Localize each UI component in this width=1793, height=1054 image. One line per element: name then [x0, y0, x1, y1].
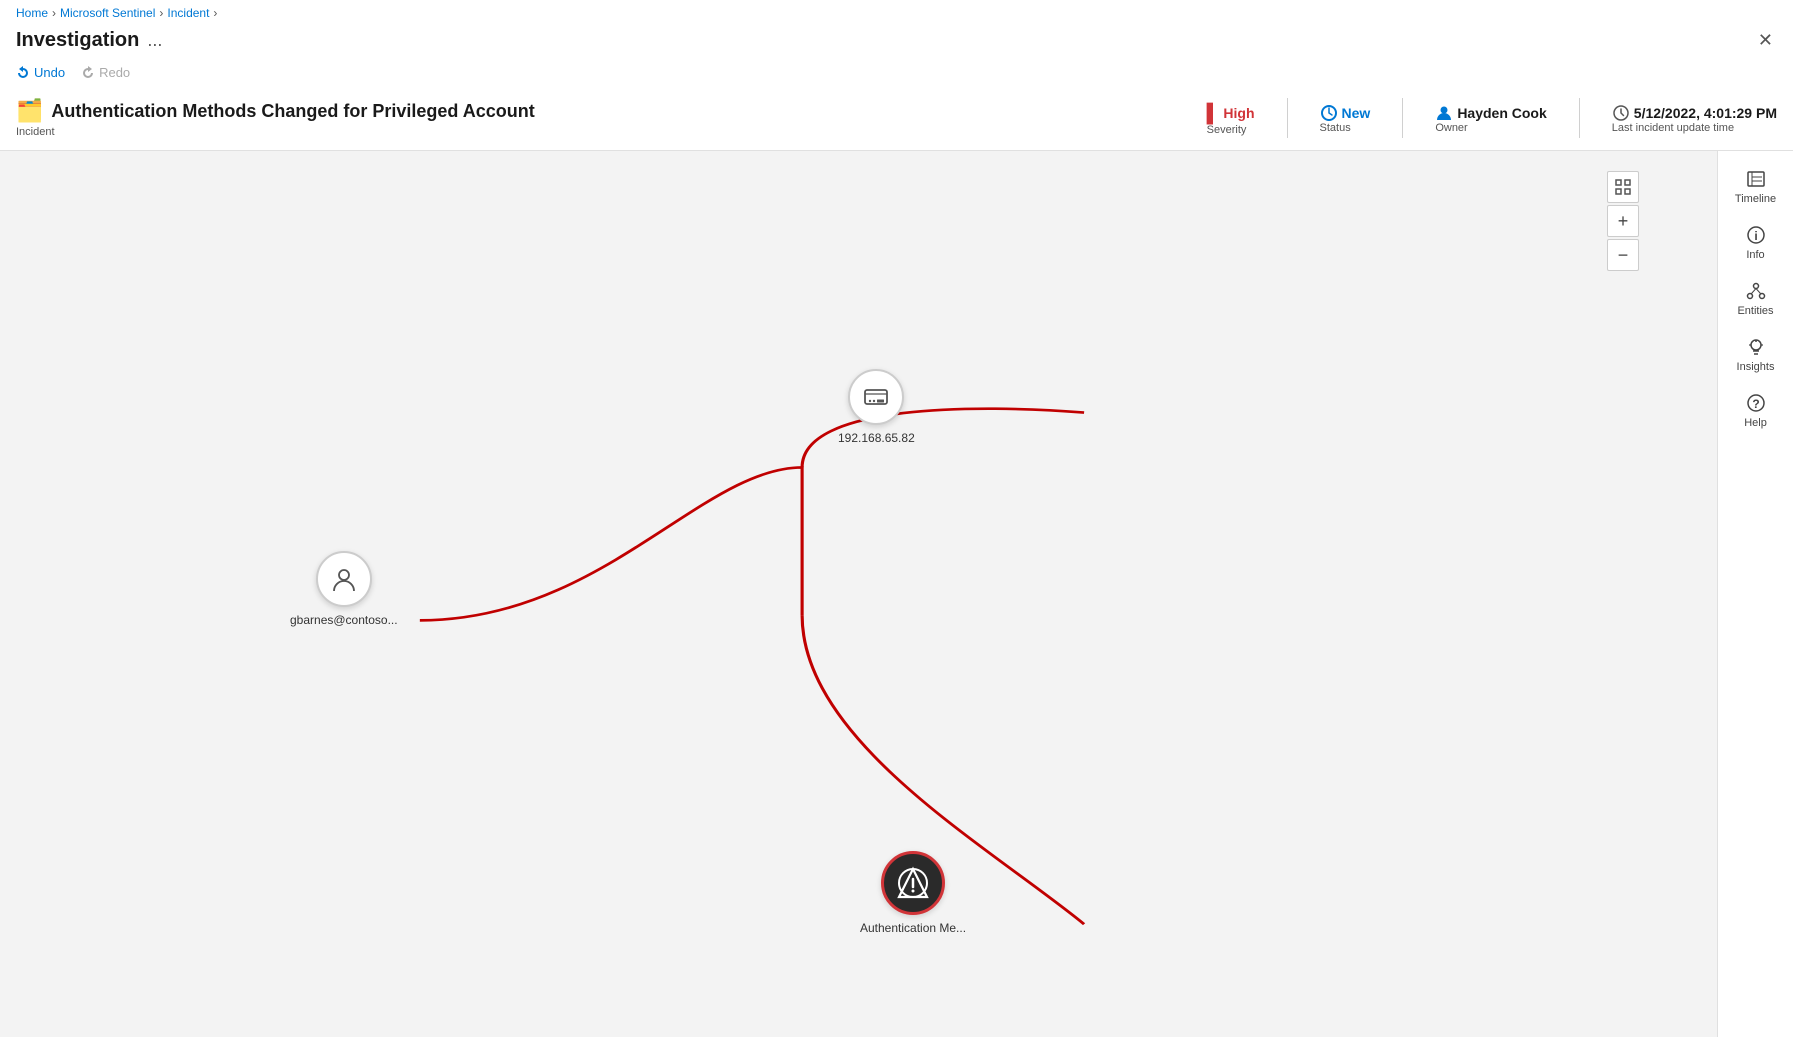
user-circle — [316, 551, 372, 607]
severity-item: ▌ High Severity — [1207, 101, 1255, 136]
incident-icon: 🗂️ — [16, 98, 43, 124]
severity-label: Severity — [1207, 124, 1255, 136]
ip-icon — [862, 383, 890, 411]
zoom-in-button[interactable]: + — [1607, 205, 1639, 237]
node-alert[interactable]: Authentication Me... — [860, 851, 966, 935]
incident-title-section: 🗂️ Authentication Methods Changed for Pr… — [16, 98, 535, 138]
incident-name: 🗂️ Authentication Methods Changed for Pr… — [16, 98, 535, 124]
timeline-icon — [1746, 169, 1766, 189]
date-value: 5/12/2022, 4:01:29 PM — [1612, 104, 1777, 122]
svg-text:i: i — [1754, 229, 1757, 243]
fit-button[interactable] — [1607, 171, 1639, 203]
owner-value: Hayden Cook — [1435, 104, 1546, 122]
info-label: Info — [1746, 249, 1764, 261]
graph-area[interactable]: gbarnes@contoso... 192.168.65.82 — [0, 151, 1717, 1037]
incident-bar: 🗂️ Authentication Methods Changed for Pr… — [0, 88, 1793, 151]
zoom-out-button[interactable]: − — [1607, 239, 1639, 271]
breadcrumb-sentinel[interactable]: Microsoft Sentinel — [60, 6, 155, 20]
date-item: 5/12/2022, 4:01:29 PM Last incident upda… — [1612, 102, 1777, 134]
user-label: gbarnes@contoso... — [290, 613, 398, 627]
entities-label: Entities — [1737, 305, 1773, 317]
owner-icon — [1435, 104, 1453, 122]
severity-value: ▌ High — [1207, 103, 1255, 124]
alert-icon — [895, 865, 931, 901]
sidebar-panel: Timeline i Info Entities — [1717, 151, 1793, 1037]
close-button[interactable]: ✕ — [1754, 26, 1777, 55]
undo-button[interactable]: Undo — [16, 65, 65, 80]
fit-icon — [1615, 179, 1631, 195]
sidebar-help[interactable]: ? Help — [1720, 383, 1792, 439]
help-icon: ? — [1746, 393, 1766, 413]
svg-text:?: ? — [1752, 397, 1759, 411]
insights-label: Insights — [1737, 361, 1775, 373]
zoom-controls: + − — [1607, 171, 1639, 271]
sidebar-info[interactable]: i Info — [1720, 215, 1792, 271]
incident-meta: ▌ High Severity New Status Hayden Cook O… — [1207, 98, 1777, 138]
severity-bar-icon: ▌ — [1207, 103, 1220, 124]
divider-2 — [1402, 98, 1403, 138]
sidebar-entities[interactable]: Entities — [1720, 271, 1792, 327]
help-label: Help — [1744, 417, 1767, 429]
timeline-label: Timeline — [1735, 193, 1776, 205]
alert-circle — [881, 851, 945, 915]
owner-item: Hayden Cook Owner — [1435, 102, 1546, 134]
owner-label: Owner — [1435, 122, 1546, 134]
date-label: Last incident update time — [1612, 122, 1777, 134]
page-title-ellipsis[interactable]: ... — [147, 30, 162, 51]
main-layout: gbarnes@contoso... 192.168.65.82 — [0, 151, 1793, 1037]
divider-1 — [1287, 98, 1288, 138]
node-user[interactable]: gbarnes@contoso... — [290, 551, 398, 627]
redo-button[interactable]: Redo — [81, 65, 130, 80]
breadcrumb: Home › Microsoft Sentinel › Incident › — [0, 0, 1793, 26]
status-value: New — [1320, 104, 1371, 122]
breadcrumb-home[interactable]: Home — [16, 6, 48, 20]
incident-type: Incident — [16, 126, 535, 138]
ip-circle — [848, 369, 904, 425]
entities-icon — [1746, 281, 1766, 301]
page-header: Investigation ... ✕ — [0, 26, 1793, 61]
clock-icon — [1612, 104, 1630, 122]
page-title: Investigation — [16, 29, 139, 52]
breadcrumb-incident[interactable]: Incident — [167, 6, 209, 20]
node-ip[interactable]: 192.168.65.82 — [838, 369, 915, 445]
graph-svg — [0, 151, 1717, 1037]
status-icon — [1320, 104, 1338, 122]
status-label: Status — [1320, 122, 1371, 134]
insights-icon — [1746, 337, 1766, 357]
sidebar-timeline[interactable]: Timeline — [1720, 159, 1792, 215]
ip-label: 192.168.65.82 — [838, 431, 915, 445]
redo-icon — [81, 66, 95, 80]
divider-3 — [1579, 98, 1580, 138]
info-icon: i — [1746, 225, 1766, 245]
status-item: New Status — [1320, 102, 1371, 134]
toolbar: Undo Redo — [0, 61, 1793, 88]
sidebar-insights[interactable]: Insights — [1720, 327, 1792, 383]
alert-label: Authentication Me... — [860, 921, 966, 935]
undo-icon — [16, 66, 30, 80]
user-icon — [330, 565, 358, 593]
